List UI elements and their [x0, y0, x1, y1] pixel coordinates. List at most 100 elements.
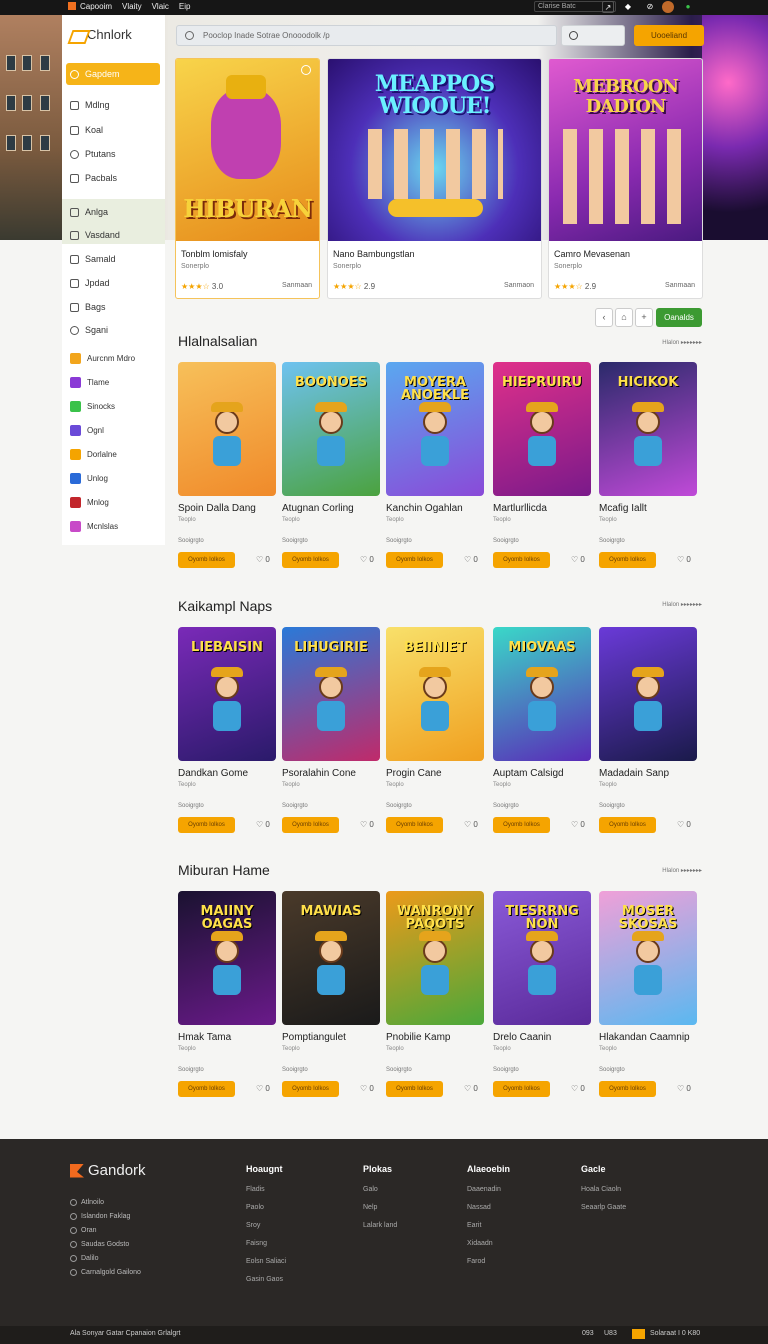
- play-button[interactable]: Oyomb Iolkos: [282, 552, 339, 568]
- like-count[interactable]: ♡ 0: [360, 820, 374, 829]
- sidebar-item-ptutans[interactable]: Ptutans: [66, 143, 160, 165]
- favorite-icon[interactable]: [301, 65, 311, 75]
- menu-item[interactable]: Vlaic: [152, 2, 169, 11]
- logo[interactable]: Chnlork: [70, 27, 132, 42]
- like-count[interactable]: ♡ 0: [571, 820, 585, 829]
- featured-card[interactable]: MEBROON DADION Camro Mevasenan Sonerplo …: [548, 58, 703, 299]
- footer-contact[interactable]: Carnalgold Gailono: [70, 1269, 141, 1276]
- game-card[interactable]: LIHUGIRIE Psoralahin Cone Teoplo Sooigrgto O…: [282, 627, 380, 837]
- play-button[interactable]: Oyomb Iolkos: [282, 1081, 339, 1097]
- sidebar-item-bags[interactable]: Bags: [66, 296, 160, 318]
- game-card[interactable]: WANRONY PAQOTS Pnobilie Kamp Teoplo Sooigrg…: [386, 891, 484, 1101]
- play-button[interactable]: Oyomb Iolkos: [599, 817, 656, 833]
- play-button[interactable]: Oyomb Iolkos: [386, 1081, 443, 1097]
- menu-item[interactable]: Vlaity: [122, 2, 142, 11]
- play-button[interactable]: Oyomb Iolkos: [178, 817, 235, 833]
- game-card[interactable]: MIOVAAS Auptam Calsigd Teoplo Sooigrgto Oyom…: [493, 627, 591, 837]
- game-card[interactable]: HIEPRUIRU Martlurllicda Teoplo Sooigrgto Oyo…: [493, 362, 591, 572]
- footer-link[interactable]: Nassad: [467, 1204, 491, 1211]
- home-button[interactable]: ⌂: [615, 308, 633, 327]
- add-button[interactable]: +: [635, 308, 653, 327]
- footer-link[interactable]: Earit: [467, 1222, 481, 1229]
- sidebar-app-item[interactable]: Ognl: [66, 420, 160, 440]
- sidebar-app-item[interactable]: Aurcnm Mdro: [66, 348, 160, 368]
- featured-card[interactable]: HIBURAN Tonblm lomisfaly Sonerplo ★★★☆ 3…: [175, 58, 320, 299]
- footer-link[interactable]: Farod: [467, 1258, 485, 1265]
- like-count[interactable]: ♡ 0: [677, 1084, 691, 1093]
- footer-link[interactable]: Nelp: [363, 1204, 377, 1211]
- footer-link[interactable]: Gasin Gaos: [246, 1276, 283, 1283]
- footer-link[interactable]: Eolsn Saliaci: [246, 1258, 286, 1265]
- footer-contact[interactable]: Saudas Godsto: [70, 1241, 129, 1248]
- footer-link[interactable]: Hoala Ciaoln: [581, 1186, 621, 1193]
- cta-button[interactable]: Uooeliand: [634, 25, 704, 46]
- shield-icon[interactable]: ◆: [622, 1, 634, 13]
- footer-contact[interactable]: Dalilo: [70, 1255, 99, 1262]
- game-card[interactable]: MOSER SKOSAS Hlakandan Caamnip Teoplo Sooig…: [599, 891, 697, 1101]
- game-card[interactable]: BEIINIET Progin Cane Teoplo Sooigrgto Oyomb …: [386, 627, 484, 837]
- play-button[interactable]: Oyomb Iolkos: [493, 552, 550, 568]
- footer-logo[interactable]: Gandork: [70, 1162, 146, 1179]
- game-card[interactable]: TIESRRNG NON Drelo Caanin Teoplo Sooigrgto O…: [493, 891, 591, 1101]
- footer-contact[interactable]: Oran: [70, 1227, 97, 1234]
- sidebar-item-jpdad[interactable]: Jpdad: [66, 272, 160, 294]
- bottom-link[interactable]: 093: [582, 1330, 594, 1337]
- bottom-link[interactable]: U83: [604, 1330, 617, 1337]
- sidebar-app-item[interactable]: Mnlog: [66, 492, 160, 512]
- like-count[interactable]: ♡ 0: [571, 1084, 585, 1093]
- game-card[interactable]: Spoin Dalla Dang Teoplo Sooigrgto Oyomb Iol…: [178, 362, 276, 572]
- game-card[interactable]: LIEBAISIN Dandkan Gome Teoplo Sooigrgto Oyom…: [178, 627, 276, 837]
- game-card[interactable]: BOONOES Atugnan Corling Teoplo Sooigrgto Oyo…: [282, 362, 380, 572]
- game-card[interactable]: HICIKOK Mcafig Iallt Teoplo Sooigrgto Oyomb …: [599, 362, 697, 572]
- game-card[interactable]: Madadain Sanp Teoplo Sooigrgto Oyomb Iolkos…: [599, 627, 697, 837]
- like-count[interactable]: ♡ 0: [360, 555, 374, 564]
- footer-contact[interactable]: Islandon Faklag: [70, 1213, 130, 1220]
- game-card[interactable]: MOYERA ANOEKLE Kanchin Ogahlan Teoplo Sooig…: [386, 362, 484, 572]
- like-count[interactable]: ♡ 0: [571, 555, 585, 564]
- game-card[interactable]: MAIINY OAGAS Hmak Tama Teoplo Sooigrgto Oyom…: [178, 891, 276, 1101]
- like-count[interactable]: ♡ 0: [677, 820, 691, 829]
- section-more-link[interactable]: Hlalon ▸▸▸▸▸▸▸: [662, 867, 702, 874]
- sidebar-item-pacbals[interactable]: Pacbals: [66, 167, 160, 189]
- search-button[interactable]: [561, 25, 625, 46]
- sidebar-item-vasdand[interactable]: Vasdand: [66, 224, 160, 246]
- game-card[interactable]: MAWIAS Pomptiangulet Teoplo Sooigrgto Oyomb …: [282, 891, 380, 1101]
- like-count[interactable]: ♡ 0: [677, 555, 691, 564]
- footer-link[interactable]: Lalark land: [363, 1222, 397, 1229]
- sidebar-app-item[interactable]: Sinocks: [66, 396, 160, 416]
- like-count[interactable]: ♡ 0: [464, 555, 478, 564]
- footer-link[interactable]: Paolo: [246, 1204, 264, 1211]
- footer-link[interactable]: Xidaadn: [467, 1240, 493, 1247]
- play-button[interactable]: Oyomb Iolkos: [493, 1081, 550, 1097]
- footer-link[interactable]: Seaarlp Gaate: [581, 1204, 626, 1211]
- bottom-link[interactable]: Solaraat I 0 K80: [650, 1330, 700, 1337]
- play-button[interactable]: Oyomb Iolkos: [599, 552, 656, 568]
- footer-link[interactable]: Fladis: [246, 1186, 265, 1193]
- play-button[interactable]: Oyomb Iolkos: [178, 552, 235, 568]
- sidebar-item-anlga[interactable]: Anlga: [66, 201, 160, 223]
- like-count[interactable]: ♡ 0: [360, 1084, 374, 1093]
- settings-icon[interactable]: ↗: [602, 1, 614, 13]
- prev-button[interactable]: ‹: [595, 308, 613, 327]
- section-more-link[interactable]: Hlalon ▸▸▸▸▸▸▸: [662, 601, 702, 608]
- like-count[interactable]: ♡ 0: [256, 820, 270, 829]
- sidebar-item-mdlng[interactable]: Mdlng: [66, 94, 160, 116]
- footer-link[interactable]: Sroy: [246, 1222, 260, 1229]
- menu-item[interactable]: Capooim: [80, 2, 112, 11]
- play-button[interactable]: Oyomb Iolkos: [386, 817, 443, 833]
- section-more-link[interactable]: Hlalon ▸▸▸▸▸▸▸: [662, 339, 702, 346]
- like-count[interactable]: ♡ 0: [256, 555, 270, 564]
- footer-link[interactable]: Daaenadin: [467, 1186, 501, 1193]
- fire-icon[interactable]: ⊘: [644, 1, 656, 13]
- menu-item[interactable]: Eip: [179, 2, 191, 11]
- status-icon[interactable]: ●: [682, 1, 694, 13]
- play-button[interactable]: Oyomb Iolkos: [178, 1081, 235, 1097]
- sidebar-app-item[interactable]: Unlog: [66, 468, 160, 488]
- sidebar-item-sgani[interactable]: Sgani: [66, 319, 160, 341]
- sidebar-item-koal[interactable]: Koal: [66, 119, 160, 141]
- like-count[interactable]: ♡ 0: [464, 820, 478, 829]
- play-button[interactable]: Oyomb Iolkos: [282, 817, 339, 833]
- avatar[interactable]: [662, 1, 674, 13]
- sidebar-item-samald[interactable]: Samald: [66, 248, 160, 270]
- like-count[interactable]: ♡ 0: [256, 1084, 270, 1093]
